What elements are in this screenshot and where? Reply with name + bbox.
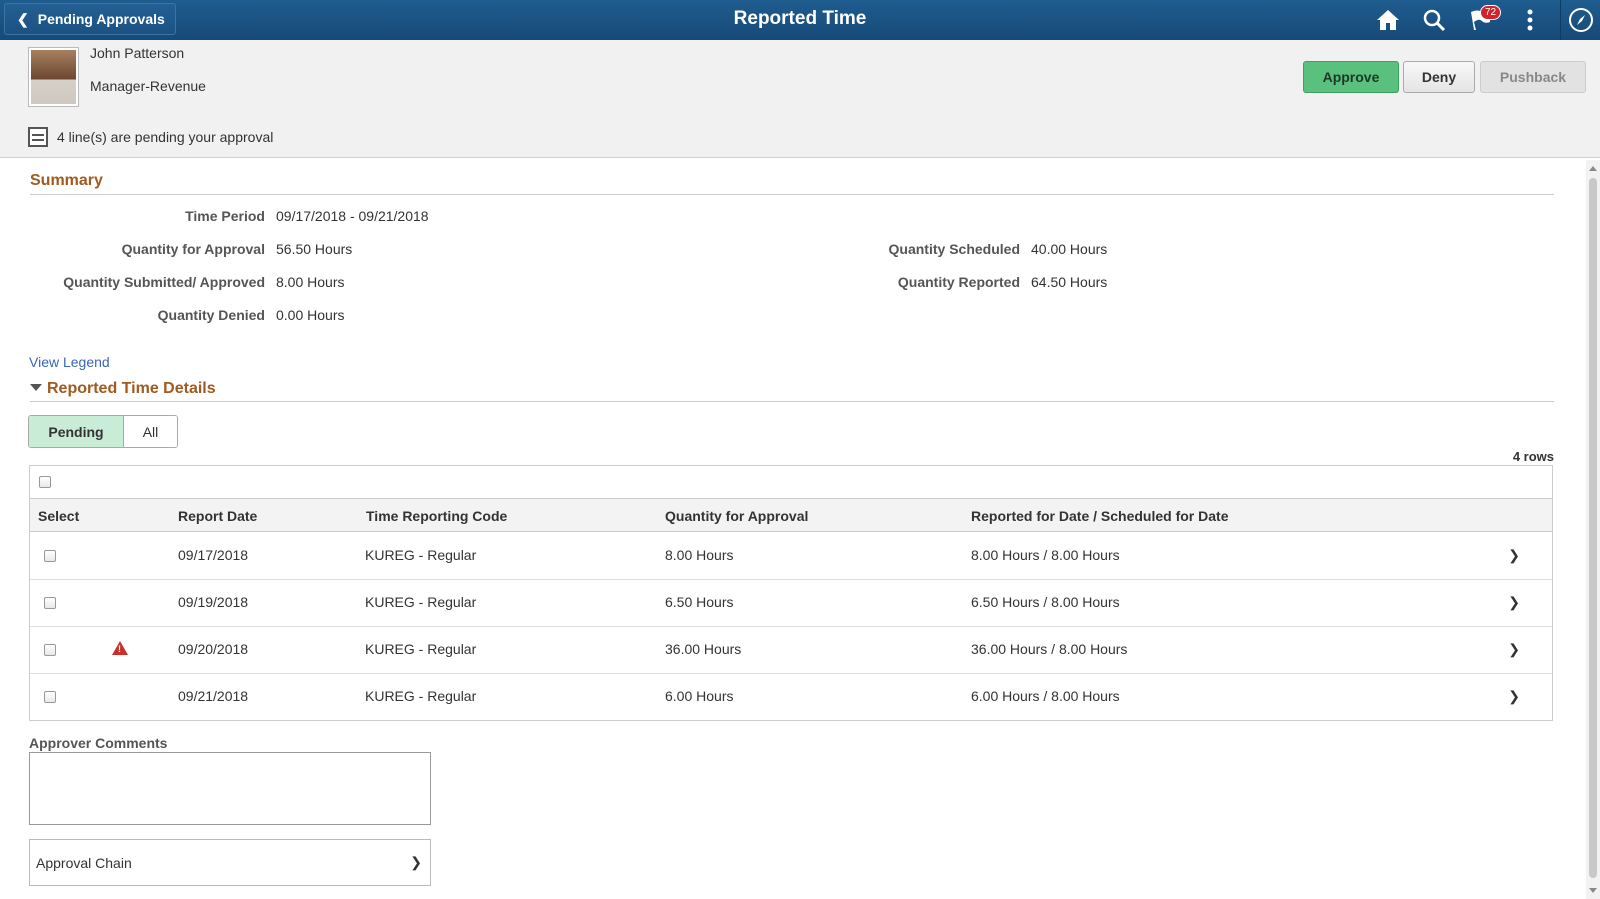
approval-chain-label: Approval Chain bbox=[36, 854, 132, 871]
qty-scheduled-value: 40.00 Hours bbox=[1031, 241, 1108, 257]
notification-badge: 72 bbox=[1480, 5, 1502, 20]
qty-approval-label: Quantity for Approval bbox=[121, 241, 265, 257]
tab-pending[interactable]: Pending bbox=[29, 416, 124, 447]
qty-approval-value: 56.50 Hours bbox=[276, 241, 353, 257]
search-icon[interactable] bbox=[1420, 6, 1448, 34]
qty-submitted-value: 8.00 Hours bbox=[276, 274, 345, 290]
row-report-date: 09/21/2018 bbox=[178, 688, 249, 704]
employee-photo bbox=[28, 47, 79, 107]
row-reported: 8.00 Hours / 8.00 Hours bbox=[971, 547, 1120, 563]
qty-scheduled-label: Quantity Scheduled bbox=[888, 241, 1020, 257]
table-row[interactable]: ! 09/20/2018 KUREG - Regular 36.00 Hours… bbox=[30, 627, 1552, 674]
qty-reported-label: Quantity Reported bbox=[897, 274, 1020, 290]
summary-title: Summary bbox=[30, 172, 103, 189]
chevron-right-icon[interactable]: ❯ bbox=[1508, 547, 1520, 564]
row-select-checkbox[interactable] bbox=[44, 691, 56, 703]
approval-chain-button[interactable]: Approval Chain ❯ bbox=[29, 839, 431, 886]
row-trc: KUREG - Regular bbox=[365, 547, 477, 563]
qty-submitted-label: Quantity Submitted/ Approved bbox=[63, 274, 265, 290]
table-row[interactable]: 09/19/2018 KUREG - Regular 6.50 Hours 6.… bbox=[30, 580, 1552, 627]
rows-count: 4 rows bbox=[1512, 449, 1554, 464]
details-divider bbox=[30, 401, 1554, 402]
pending-all-toggle: Pending All bbox=[28, 415, 178, 448]
row-reported: 6.00 Hours / 8.00 Hours bbox=[971, 688, 1120, 704]
time-period-label: Time Period bbox=[185, 208, 265, 224]
table-row[interactable]: 09/17/2018 KUREG - Regular 8.00 Hours 8.… bbox=[30, 533, 1552, 580]
details-title: Reported Time Details bbox=[47, 380, 216, 397]
top-banner: ❮ Pending Approvals Reported Time 72 bbox=[0, 0, 1600, 40]
row-qty: 36.00 Hours bbox=[665, 641, 742, 657]
row-trc: KUREG - Regular bbox=[365, 594, 477, 610]
chevron-right-icon[interactable]: ❯ bbox=[1508, 594, 1520, 611]
table-row[interactable]: 09/21/2018 KUREG - Regular 6.00 Hours 6.… bbox=[30, 674, 1552, 721]
row-report-date: 09/17/2018 bbox=[178, 547, 249, 563]
pending-note: 4 line(s) are pending your approval bbox=[28, 127, 273, 147]
approve-button[interactable]: Approve bbox=[1303, 61, 1399, 93]
grid-header-row: Select Report Date Time Reporting Code Q… bbox=[30, 499, 1552, 532]
row-trc: KUREG - Regular bbox=[365, 641, 477, 657]
employee-name: John Patterson bbox=[90, 45, 185, 61]
row-report-date: 09/20/2018 bbox=[178, 641, 249, 657]
qty-denied-label: Quantity Denied bbox=[157, 307, 265, 323]
col-report-date: Report Date bbox=[178, 508, 258, 524]
row-qty: 8.00 Hours bbox=[665, 547, 734, 563]
pending-note-text: 4 line(s) are pending your approval bbox=[57, 129, 274, 145]
scroll-thumb[interactable] bbox=[1589, 178, 1597, 878]
employee-header: John Patterson Manager-Revenue Approve D… bbox=[0, 40, 1600, 158]
grid-toolbar bbox=[30, 466, 1552, 499]
chevron-right-icon[interactable]: ❯ bbox=[1508, 688, 1520, 705]
tab-all[interactable]: All bbox=[124, 416, 177, 447]
actions-menu-icon[interactable] bbox=[1516, 6, 1544, 34]
summary-divider bbox=[30, 194, 1554, 195]
row-select-checkbox[interactable] bbox=[44, 644, 56, 656]
time-period-value: 09/17/2018 - 09/21/2018 bbox=[276, 208, 429, 224]
details-section-header[interactable]: Reported Time Details bbox=[30, 380, 216, 398]
approver-comments-label: Approver Comments bbox=[29, 735, 168, 751]
row-qty: 6.50 Hours bbox=[665, 594, 734, 610]
select-all-checkbox[interactable] bbox=[39, 476, 51, 488]
col-select: Select bbox=[38, 508, 80, 524]
list-icon[interactable] bbox=[28, 127, 48, 147]
col-reported-scheduled: Reported for Date / Scheduled for Date bbox=[971, 508, 1229, 524]
row-qty: 6.00 Hours bbox=[665, 688, 734, 704]
qty-denied-value: 0.00 Hours bbox=[276, 307, 345, 323]
row-trc: KUREG - Regular bbox=[365, 688, 477, 704]
vertical-scrollbar[interactable] bbox=[1586, 160, 1600, 899]
home-icon[interactable] bbox=[1374, 6, 1402, 34]
chevron-right-icon[interactable]: ❯ bbox=[1508, 641, 1520, 658]
row-reported: 36.00 Hours / 8.00 Hours bbox=[971, 641, 1128, 657]
employee-job-title: Manager-Revenue bbox=[90, 78, 206, 94]
notification-flag-icon[interactable]: 72 bbox=[1466, 5, 1502, 34]
row-select-checkbox[interactable] bbox=[44, 597, 56, 609]
row-report-date: 09/19/2018 bbox=[178, 594, 249, 610]
col-qty-approval: Quantity for Approval bbox=[665, 508, 809, 524]
scroll-up-icon[interactable] bbox=[1589, 166, 1597, 171]
reported-time-grid: Select Report Date Time Reporting Code Q… bbox=[29, 465, 1553, 721]
navbar-compass-icon[interactable] bbox=[1560, 0, 1600, 40]
col-trc: Time Reporting Code bbox=[366, 508, 508, 524]
row-select-checkbox[interactable] bbox=[44, 550, 56, 562]
chevron-right-icon: ❯ bbox=[410, 854, 422, 870]
approver-comments-field[interactable] bbox=[29, 752, 431, 825]
collapse-triangle-icon[interactable] bbox=[30, 384, 42, 391]
view-legend-link[interactable]: View Legend bbox=[29, 354, 110, 370]
row-reported: 6.50 Hours / 8.00 Hours bbox=[971, 594, 1120, 610]
qty-reported-value: 64.50 Hours bbox=[1031, 274, 1108, 290]
page-title: Reported Time bbox=[733, 8, 867, 29]
deny-button[interactable]: Deny bbox=[1403, 61, 1475, 93]
scroll-down-icon[interactable] bbox=[1589, 888, 1597, 893]
pushback-button[interactable]: Pushback bbox=[1480, 61, 1586, 93]
warning-icon: ! bbox=[112, 641, 128, 655]
